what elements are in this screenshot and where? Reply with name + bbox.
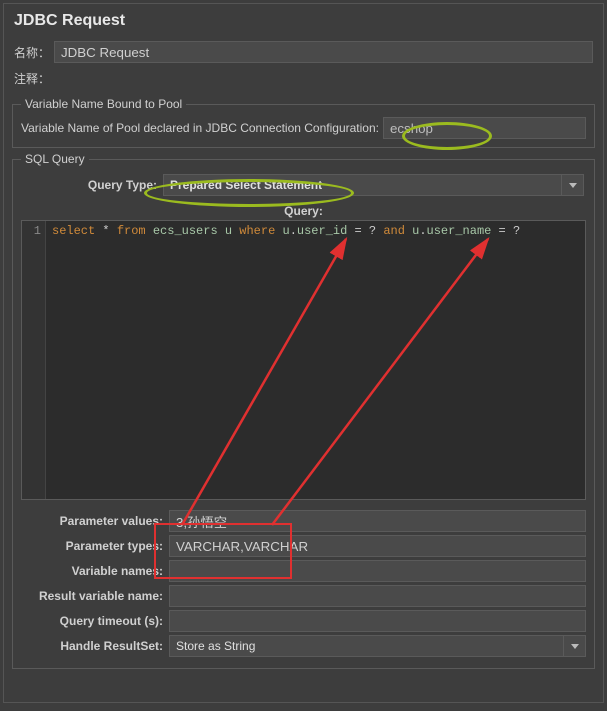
- name-row: 名称：: [4, 38, 603, 66]
- pool-fieldset: Variable Name Bound to Pool Variable Nam…: [12, 97, 595, 148]
- editor-gutter: 1: [22, 221, 46, 499]
- chevron-down-icon: [571, 644, 579, 649]
- pool-legend: Variable Name Bound to Pool: [21, 97, 186, 111]
- param-grid: Parameter values: Parameter types: Varia…: [21, 510, 586, 657]
- sql-fieldset: SQL Query Query Type: Prepared Select St…: [12, 152, 595, 669]
- handle-resultset-value: Store as String: [169, 635, 564, 657]
- query-header: Query:: [21, 202, 586, 220]
- editor-code[interactable]: select * from ecs_users u where u.user_i…: [46, 221, 585, 499]
- comment-row: 注释：: [4, 66, 603, 93]
- param-values-label: Parameter values:: [21, 514, 169, 528]
- result-variable-input[interactable]: [169, 585, 586, 607]
- query-type-select[interactable]: Prepared Select Statement: [163, 174, 584, 196]
- panel-title: JDBC Request: [4, 4, 603, 38]
- param-values-input[interactable]: [169, 510, 586, 532]
- jdbc-request-panel: JDBC Request 名称： 注释： Variable Name Bound…: [3, 3, 604, 703]
- pool-name-input[interactable]: [383, 117, 586, 139]
- query-timeout-input[interactable]: [169, 610, 586, 632]
- param-types-input[interactable]: [169, 535, 586, 557]
- query-type-dropdown-button[interactable]: [562, 174, 584, 196]
- variable-names-input[interactable]: [169, 560, 586, 582]
- name-label: 名称：: [14, 44, 54, 61]
- param-types-label: Parameter types:: [21, 539, 169, 553]
- sql-legend: SQL Query: [21, 152, 89, 166]
- query-type-value: Prepared Select Statement: [163, 174, 562, 196]
- handle-resultset-dropdown-button[interactable]: [564, 635, 586, 657]
- result-variable-label: Result variable name:: [21, 589, 169, 603]
- variable-names-label: Variable names:: [21, 564, 169, 578]
- sql-editor[interactable]: 1 select * from ecs_users u where u.user…: [21, 220, 586, 500]
- chevron-down-icon: [569, 183, 577, 188]
- query-type-label: Query Type:: [23, 178, 163, 192]
- handle-resultset-label: Handle ResultSet:: [21, 639, 169, 653]
- handle-resultset-select[interactable]: Store as String: [169, 635, 586, 657]
- comment-label: 注释：: [14, 72, 50, 86]
- pool-label: Variable Name of Pool declared in JDBC C…: [21, 121, 379, 135]
- query-timeout-label: Query timeout (s):: [21, 614, 169, 628]
- name-input[interactable]: [54, 41, 593, 63]
